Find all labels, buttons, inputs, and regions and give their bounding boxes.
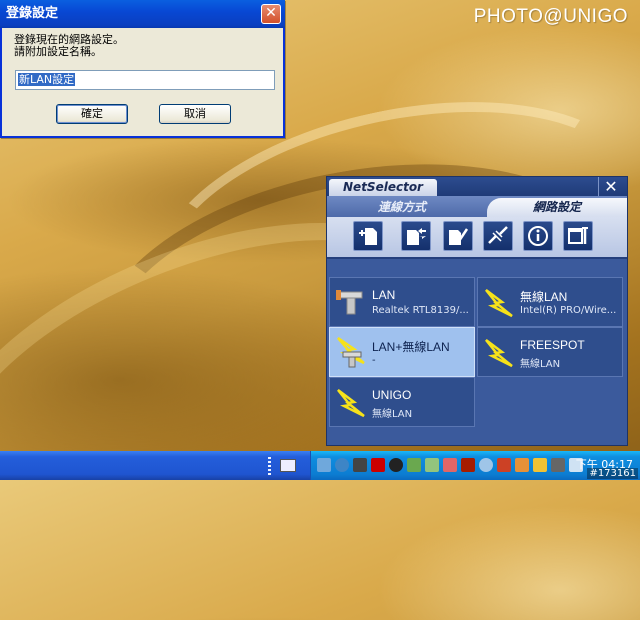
monitor-icon[interactable] xyxy=(551,458,565,472)
off-icon[interactable] xyxy=(389,458,403,472)
register-setting-dialog: 登錄設定 ✕ 登錄現在的網路設定。 請附加設定名稱。 新LAN設定 確定 取消 xyxy=(0,0,285,138)
profile-tile[interactable]: LAN Realtek RTL8139/... xyxy=(329,277,475,327)
netselector-toolbar xyxy=(327,217,627,259)
info-button[interactable] xyxy=(523,221,553,251)
transfer-icon xyxy=(407,228,426,245)
add-setting-button[interactable] xyxy=(353,221,383,251)
brush-icon[interactable] xyxy=(533,458,547,472)
profile-adapter: - xyxy=(372,355,376,366)
profile-adapter: 無線LAN xyxy=(372,409,413,420)
eco-icon[interactable] xyxy=(407,458,421,472)
profile-name: FREESPOT xyxy=(520,338,585,352)
netselector-title-bar[interactable]: NetSelector ✕ xyxy=(327,177,627,196)
globe-icon[interactable] xyxy=(335,458,349,472)
image-stamp: #173161 xyxy=(587,468,638,479)
netselector-tabs: 連線方式 網路設定 xyxy=(327,196,627,217)
flag-icon[interactable] xyxy=(515,458,529,472)
wireless-lightning-icon xyxy=(485,289,513,318)
profile-grid: LAN Realtek RTL8139/... 無線LAN Intel(R) P… xyxy=(329,277,625,429)
wireless-lightning-icon xyxy=(485,339,513,368)
network-icon[interactable] xyxy=(317,458,331,472)
edit-setting-button[interactable] xyxy=(443,221,473,251)
profile-adapter: Realtek RTL8139/... xyxy=(372,305,469,316)
profile-name: LAN xyxy=(372,288,396,302)
profile-adapter: Intel(R) PRO/Wire... xyxy=(520,305,617,316)
toolbar-grip[interactable] xyxy=(268,457,271,475)
lan-connector-icon xyxy=(336,290,363,315)
profile-name: LAN+無線LAN xyxy=(372,340,450,354)
setting-name-input[interactable]: 新LAN設定 xyxy=(15,70,275,90)
sync-icon[interactable] xyxy=(479,458,493,472)
profile-name: UNIGO xyxy=(372,388,412,402)
dialog-message-line: 請附加設定名稱。 xyxy=(14,45,102,58)
dialog-title: 登錄設定 xyxy=(6,6,59,21)
profile-adapter: 無線LAN xyxy=(520,359,561,370)
firewall-icon[interactable] xyxy=(443,458,457,472)
netselector-close-button[interactable]: ✕ xyxy=(598,177,623,196)
pen-icon[interactable] xyxy=(425,458,439,472)
dialog-message: 登錄現在的網路設定。 請附加設定名稱。 xyxy=(14,34,124,58)
shield-icon[interactable] xyxy=(461,458,475,472)
tab-connection-method[interactable]: 連線方式 xyxy=(337,198,467,217)
transfer-setting-button[interactable] xyxy=(401,221,431,251)
profile-name: 無線LAN xyxy=(520,290,568,304)
watermark: PHOTO@UNIGO xyxy=(473,6,628,27)
edit-icon xyxy=(449,228,469,245)
netselector-title: NetSelector xyxy=(329,179,437,196)
setting-name-value: 新LAN設定 xyxy=(18,73,76,86)
disconnect-icon xyxy=(488,226,508,244)
tools-icon xyxy=(568,227,588,244)
add-setting-icon xyxy=(359,228,377,245)
info-icon xyxy=(528,226,548,246)
dialog-close-button[interactable]: ✕ xyxy=(261,4,281,24)
printer-icon[interactable] xyxy=(353,458,367,472)
wireless-lightning-icon xyxy=(337,389,365,418)
profile-tile-active[interactable]: LAN+無線LAN - xyxy=(329,327,475,377)
profile-tile[interactable]: FREESPOT 無線LAN xyxy=(477,327,623,377)
tab-network-settings[interactable]: 網路設定 xyxy=(487,198,627,217)
ok-button[interactable]: 確定 xyxy=(56,104,128,124)
profile-tile[interactable]: UNIGO 無線LAN xyxy=(329,377,475,427)
power-icon[interactable] xyxy=(497,458,511,472)
lan-wireless-icon xyxy=(337,336,365,368)
profile-tile[interactable]: 無線LAN Intel(R) PRO/Wire... xyxy=(477,277,623,327)
close-icon: ✕ xyxy=(265,5,277,21)
netselector-panel: NetSelector ✕ 連線方式 網路設定 LAN Realtek RTL8… xyxy=(326,176,628,446)
close-icon: ✕ xyxy=(604,177,618,196)
security-icon[interactable] xyxy=(371,458,385,472)
keyboard-icon[interactable] xyxy=(280,459,296,472)
disconnect-button[interactable] xyxy=(483,221,513,251)
taskbar: 下午 04:17 #173161 xyxy=(0,451,640,480)
tools-button[interactable] xyxy=(563,221,593,251)
cancel-button[interactable]: 取消 xyxy=(159,104,231,124)
dialog-title-bar[interactable]: 登錄設定 ✕ xyxy=(0,0,285,28)
